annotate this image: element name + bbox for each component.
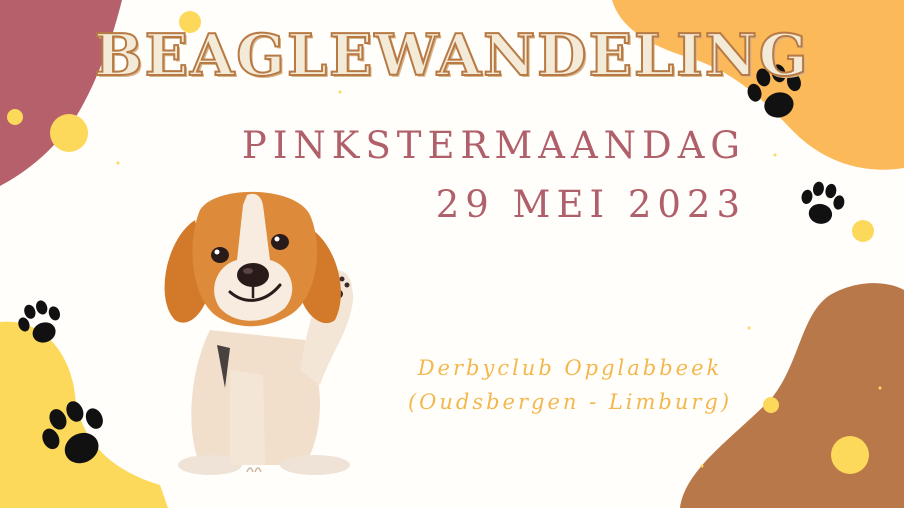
- paw-print-icon: [18, 300, 61, 343]
- dot-tiny: [878, 386, 882, 390]
- dot-tiny: [700, 464, 704, 468]
- venue-location: (Oudsbergen - Limburg): [407, 390, 733, 414]
- dot-yellow: [831, 436, 869, 474]
- dot-yellow: [852, 220, 874, 242]
- dot-tiny: [747, 326, 751, 330]
- poster: BEAGLEWANDELING PINKSTERMAANDAG 29 MEI 2…: [0, 0, 904, 508]
- event-date: 29 MEI 2023: [435, 183, 746, 226]
- event-title: BEAGLEWANDELING: [93, 21, 810, 90]
- beagle-puppy-illustration: [164, 191, 354, 475]
- dot-yellow: [7, 109, 23, 125]
- dot-tiny: [116, 161, 120, 165]
- venue-name: Derbyclub Opglabbeek: [417, 356, 723, 380]
- dot-tiny: [773, 153, 777, 157]
- dot-yellow: [50, 114, 88, 152]
- paw-print-icon: [42, 401, 103, 464]
- paw-print-icon: [801, 181, 845, 224]
- event-day: PINKSTERMAANDAG: [241, 124, 746, 167]
- dot-tiny: [338, 90, 342, 94]
